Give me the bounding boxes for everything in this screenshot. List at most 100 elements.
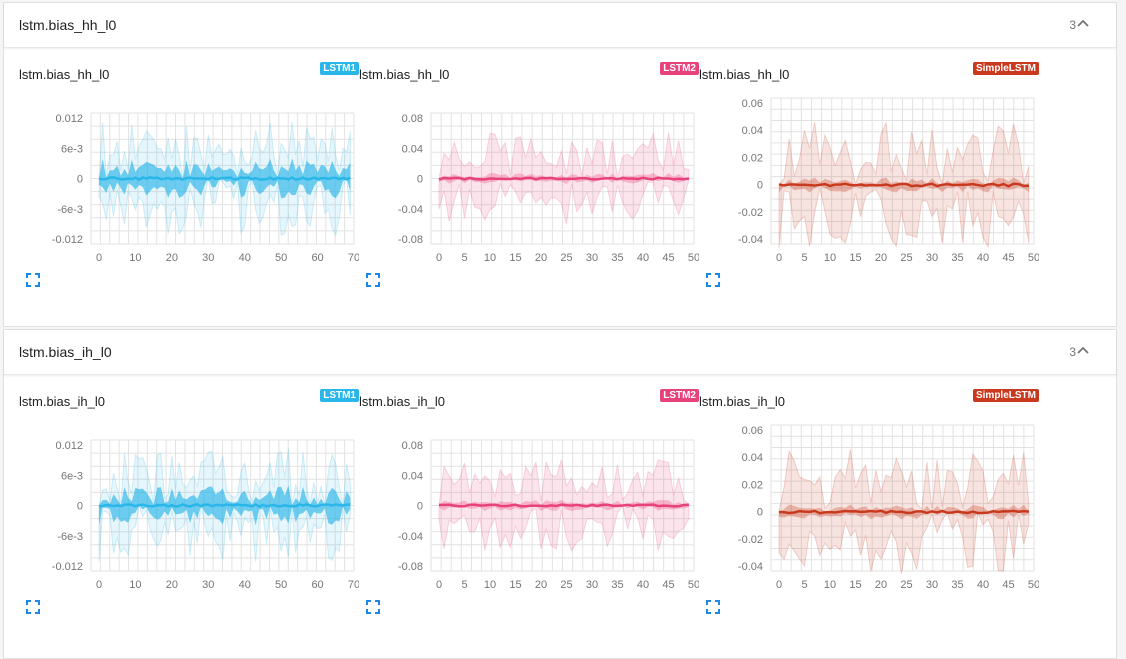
section-bias-hh: lstm.bias_hh_l0 3 lstm.bias_hh_l0 LSTM1 …	[3, 2, 1117, 327]
x-tick-label: 20	[875, 252, 887, 264]
x-tick-label: 70	[348, 252, 359, 264]
x-tick-label: 40	[637, 252, 649, 264]
x-tick-label: 40	[977, 579, 989, 591]
x-tick-label: 45	[662, 252, 674, 264]
x-tick-label: 30	[586, 579, 598, 591]
x-tick-label: 10	[484, 579, 496, 591]
chart-card: lstm.bias_ih_l0 SimpleLSTM 0.06 0.04 0.02 0…	[699, 388, 1039, 632]
chart-plot[interactable]: 0.06 0.04 0.02 0 -0.02 -0.04 0 5 10 15 20 25 30 35 40 4…	[699, 81, 1039, 281]
chart-plot[interactable]: 0.06 0.04 0.02 0 -0.02 -0.04 0 5 10 15 20 25 30 35 40 4…	[699, 408, 1039, 608]
y-tick-label: 0	[417, 501, 423, 513]
expand-icon[interactable]	[26, 600, 40, 614]
x-tick-label: 50	[1028, 579, 1039, 591]
expand-icon[interactable]	[366, 600, 380, 614]
x-tick-label: 35	[611, 579, 623, 591]
x-tick-label: 45	[1002, 252, 1014, 264]
y-tick-label: -0.04	[398, 531, 423, 543]
x-tick-label: 35	[951, 252, 963, 264]
y-tick-label: 0.06	[742, 98, 763, 110]
section-count: 3	[1069, 18, 1076, 32]
x-tick-label: 0	[776, 252, 782, 264]
y-tick-label: 0	[757, 507, 763, 519]
chart-card: lstm.bias_ih_l0 LSTM2 0.08 0.04 0 -0.04 -0.0…	[359, 388, 699, 632]
y-tick-label: 0.04	[402, 470, 423, 482]
x-tick-label: 25	[560, 252, 572, 264]
x-tick-label: 45	[1002, 579, 1014, 591]
x-tick-label: 15	[509, 252, 521, 264]
x-tick-label: 15	[849, 252, 861, 264]
x-tick-label: 50	[688, 579, 699, 591]
y-tick-label: 0.02	[742, 479, 763, 491]
chart-plot[interactable]: 0.012 6e-3 0 -6e-3 -0.012 0 10 20 30 40 50 60 70	[19, 81, 359, 281]
x-tick-label: 35	[611, 252, 623, 264]
x-tick-label: 25	[900, 579, 912, 591]
x-tick-label: 15	[849, 579, 861, 591]
x-tick-label: 30	[926, 252, 938, 264]
chart-card: lstm.bias_hh_l0 LSTM1 0.012 6e-3 0 -6e-3 -0.…	[19, 61, 359, 305]
y-tick-label: 0	[77, 501, 83, 513]
y-tick-label: -0.02	[738, 534, 763, 546]
x-tick-label: 40	[977, 252, 989, 264]
x-tick-label: 25	[900, 252, 912, 264]
x-tick-label: 5	[461, 252, 467, 264]
x-tick-label: 10	[824, 579, 836, 591]
x-tick-label: 0	[776, 579, 782, 591]
y-tick-label: -0.08	[398, 561, 423, 573]
x-tick-label: 60	[311, 252, 323, 264]
chevron-up-icon[interactable]	[1076, 343, 1090, 357]
y-tick-label: 0.04	[742, 125, 763, 137]
run-tag: LSTM1	[320, 62, 359, 75]
x-tick-label: 35	[951, 579, 963, 591]
run-tag: LSTM2	[660, 62, 699, 75]
expand-icon[interactable]	[706, 600, 720, 614]
x-tick-label: 70	[348, 579, 359, 591]
card-title: lstm.bias_hh_l0	[359, 67, 450, 82]
x-tick-label: 40	[239, 252, 251, 264]
y-tick-label: 0.04	[402, 143, 423, 155]
x-tick-label: 60	[311, 579, 323, 591]
y-tick-label: -0.04	[738, 561, 763, 573]
expand-icon[interactable]	[26, 273, 40, 287]
y-tick-label: -0.04	[738, 234, 763, 246]
chart-card: lstm.bias_hh_l0 LSTM2 0.08 0.04 0 -0.04 -0.0…	[359, 61, 699, 305]
x-tick-label: 50	[275, 579, 287, 591]
run-tag: SimpleLSTM	[972, 62, 1039, 75]
y-tick-label: 0.08	[402, 113, 423, 125]
x-tick-label: 0	[96, 579, 102, 591]
card-title: lstm.bias_hh_l0	[19, 67, 110, 82]
expand-icon[interactable]	[706, 273, 720, 287]
section-header[interactable]: lstm.bias_ih_l0 3	[4, 330, 1116, 375]
expand-icon[interactable]	[366, 273, 380, 287]
y-tick-label: -0.012	[52, 234, 83, 246]
section-bias-ih: lstm.bias_ih_l0 3 lstm.bias_ih_l0 LSTM1 …	[3, 329, 1117, 659]
chart-plot[interactable]: 0.012 6e-3 0 -6e-3 -0.012 0 10 20 30 40 50 60 70	[19, 408, 359, 608]
y-tick-label: -0.012	[52, 561, 83, 573]
chevron-up-icon[interactable]	[1076, 16, 1090, 30]
y-tick-label: 0.06	[742, 425, 763, 437]
run-tag: SimpleLSTM	[972, 389, 1039, 402]
section-header[interactable]: lstm.bias_hh_l0 3	[4, 3, 1116, 48]
x-tick-label: 15	[509, 579, 521, 591]
x-tick-label: 20	[166, 579, 178, 591]
x-tick-label: 25	[560, 579, 572, 591]
x-tick-label: 40	[239, 579, 251, 591]
x-tick-label: 20	[875, 579, 887, 591]
chart-plot[interactable]: 0.08 0.04 0 -0.04 -0.08 0 5 10 15 20 25 30 35 40 45 50	[359, 81, 699, 281]
section-title: lstm.bias_ih_l0	[19, 344, 112, 360]
card-title: lstm.bias_ih_l0	[699, 394, 785, 409]
x-tick-label: 5	[801, 252, 807, 264]
card-title: lstm.bias_hh_l0	[699, 67, 790, 82]
chart-card: lstm.bias_hh_l0 SimpleLSTM 0.06 0.04 0.02 0…	[699, 61, 1039, 305]
x-tick-label: 30	[202, 252, 214, 264]
y-tick-label: 0.02	[742, 152, 763, 164]
y-tick-label: 6e-3	[61, 470, 83, 482]
x-tick-label: 30	[926, 579, 938, 591]
y-tick-label: 0	[757, 180, 763, 192]
y-tick-label: -6e-3	[57, 531, 83, 543]
chart-plot[interactable]: 0.08 0.04 0 -0.04 -0.08 0 5 10 15 20 25 30 35 40 45 50	[359, 408, 699, 608]
y-tick-label: 0	[77, 174, 83, 186]
section-count: 3	[1069, 345, 1076, 359]
x-tick-label: 10	[129, 252, 141, 264]
x-tick-label: 20	[166, 252, 178, 264]
y-tick-label: 6e-3	[61, 143, 83, 155]
